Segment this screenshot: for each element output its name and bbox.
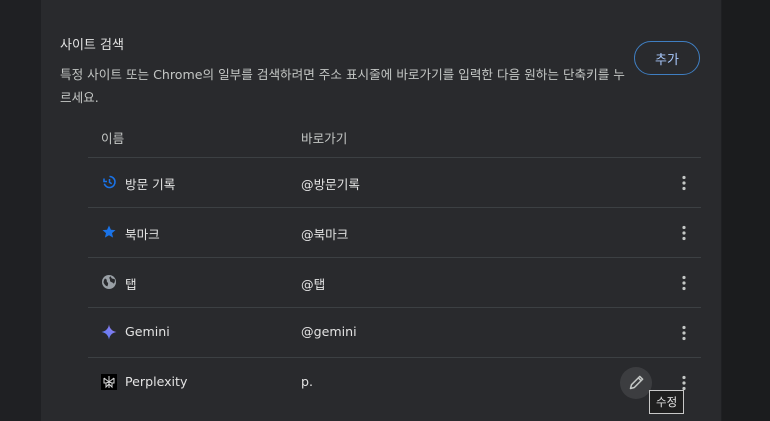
more-actions-button[interactable]	[672, 221, 696, 245]
column-header-name: 이름	[101, 131, 125, 146]
column-header-shortcut: 바로가기	[301, 131, 348, 146]
row-shortcut: @탭	[301, 277, 326, 292]
more-actions-button[interactable]	[672, 271, 696, 295]
more-actions-button[interactable]	[672, 321, 696, 345]
more-vert-icon	[682, 175, 686, 191]
row-name: Perplexity	[125, 374, 188, 389]
row-name: Gemini	[125, 324, 170, 339]
perplexity-icon	[101, 374, 117, 390]
table-row: 북마크 @북마크	[88, 208, 701, 258]
table-header: 이름 바로가기	[88, 117, 701, 158]
more-vert-icon	[682, 225, 686, 241]
row-name: 방문 기록	[125, 177, 176, 192]
row-shortcut: @북마크	[301, 227, 349, 242]
row-name: 탭	[125, 277, 137, 292]
section-description: 특정 사이트 또는 Chrome의 일부를 검색하려면 주소 표시줄에 바로가기…	[60, 67, 625, 105]
pencil-icon	[629, 375, 644, 390]
table-row: Gemini @gemini	[88, 308, 701, 358]
more-vert-icon	[682, 275, 686, 291]
table-row: 방문 기록 @방문기록	[88, 158, 701, 208]
edit-button[interactable]	[620, 367, 652, 399]
edit-tooltip: 수정	[649, 390, 685, 414]
more-actions-button[interactable]	[672, 171, 696, 195]
row-shortcut: @gemini	[301, 324, 357, 339]
row-shortcut: p.	[301, 374, 313, 389]
table-row: 탭 @탭	[88, 258, 701, 308]
gemini-icon	[101, 324, 117, 340]
history-icon	[101, 174, 117, 190]
more-vert-icon	[682, 325, 686, 341]
row-name: 북마크	[125, 227, 160, 242]
table-row: Perplexity p.	[88, 358, 701, 407]
row-shortcut: @방문기록	[301, 177, 360, 192]
add-button[interactable]: 추가	[634, 41, 700, 75]
right-margin	[722, 0, 770, 421]
star-icon	[101, 224, 117, 240]
section-title: 사이트 검색	[60, 38, 124, 53]
globe-icon	[101, 274, 117, 290]
site-search-table: 이름 바로가기 방문 기록 @방문기록 북마크 @북마크 탭 @탭 Gemini…	[88, 117, 701, 407]
